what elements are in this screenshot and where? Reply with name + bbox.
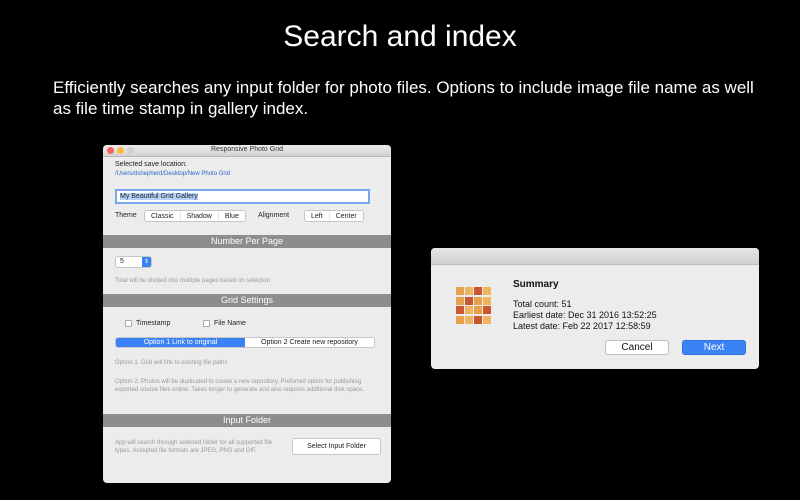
summary-latest-date: Latest date: Feb 22 2017 12:58:59 [513, 321, 651, 331]
filename-checkbox-box[interactable] [203, 320, 210, 327]
option-link-to-original[interactable]: Option 1 Link to original [116, 338, 245, 347]
number-per-page-header: Number Per Page [103, 235, 391, 248]
theme-option-blue[interactable]: Blue [217, 211, 245, 221]
window-title: Responsive Photo Grid [211, 146, 283, 153]
summary-total-count: Total count: 51 [513, 299, 572, 309]
hero-title: Search and index [283, 20, 517, 53]
alignment-option-left[interactable]: Left [305, 211, 329, 221]
alignment-option-center[interactable]: Center [328, 211, 363, 221]
gallery-title-value: My Beautiful Grid Gallery [120, 193, 198, 200]
option2-description: Option 2. Photos will be duplicated to c… [115, 379, 365, 393]
grid-settings-header: Grid Settings [103, 294, 391, 307]
gallery-title-input[interactable]: My Beautiful Grid Gallery [115, 189, 370, 204]
window-titlebar: Responsive Photo Grid [103, 145, 391, 157]
alignment-segmented-control: Left Center [304, 210, 364, 222]
per-page-value: 5 [120, 258, 124, 265]
input-folder-description: App will search through selected folder … [115, 440, 273, 454]
next-button[interactable]: Next [682, 340, 746, 355]
dialog-titlebar [431, 248, 759, 265]
theme-option-classic[interactable]: Classic [145, 211, 180, 221]
input-folder-header: Input Folder [103, 414, 391, 427]
theme-label: Theme [115, 212, 137, 219]
option-create-new-repository[interactable]: Option 2 Create new repository [245, 338, 374, 347]
repository-option-control: Option 1 Link to original Option 2 Creat… [115, 337, 375, 348]
save-location-label: Selected save location: [115, 161, 187, 168]
filename-label: File Name [214, 320, 246, 327]
per-page-select[interactable]: 5 ⇕ [115, 256, 152, 268]
photo-grid-app-icon [456, 287, 493, 324]
chevron-updown-icon[interactable]: ⇕ [142, 257, 151, 267]
save-location-path[interactable]: /Users/dshepherd/Desktop/New Photo Grid [115, 171, 230, 177]
theme-option-shadow[interactable]: Shadow [179, 211, 218, 221]
select-input-folder-button[interactable]: Select Input Folder [292, 438, 381, 455]
photo-grid-window: Responsive Photo Grid Selected save loca… [103, 145, 391, 483]
cancel-button[interactable]: Cancel [605, 340, 669, 355]
theme-segmented-control: Classic Shadow Blue [144, 210, 246, 222]
hero-description: Efficiently searches any input folder fo… [53, 78, 754, 118]
option1-description: Option 1. Grid will link to existing fil… [115, 360, 228, 366]
timestamp-checkbox[interactable]: Timestamp [125, 320, 170, 327]
per-page-hint: Total will be divided into multiple page… [115, 278, 271, 284]
timestamp-checkbox-box[interactable] [125, 320, 132, 327]
summary-title: Summary [513, 279, 559, 290]
alignment-label: Alignment [258, 212, 290, 219]
timestamp-label: Timestamp [136, 320, 171, 327]
summary-dialog: Summary Total count: 51 Earliest date: D… [431, 248, 759, 369]
filename-checkbox[interactable]: File Name [203, 320, 246, 327]
summary-earliest-date: Earliest date: Dec 31 2016 13:52:25 [513, 310, 657, 320]
